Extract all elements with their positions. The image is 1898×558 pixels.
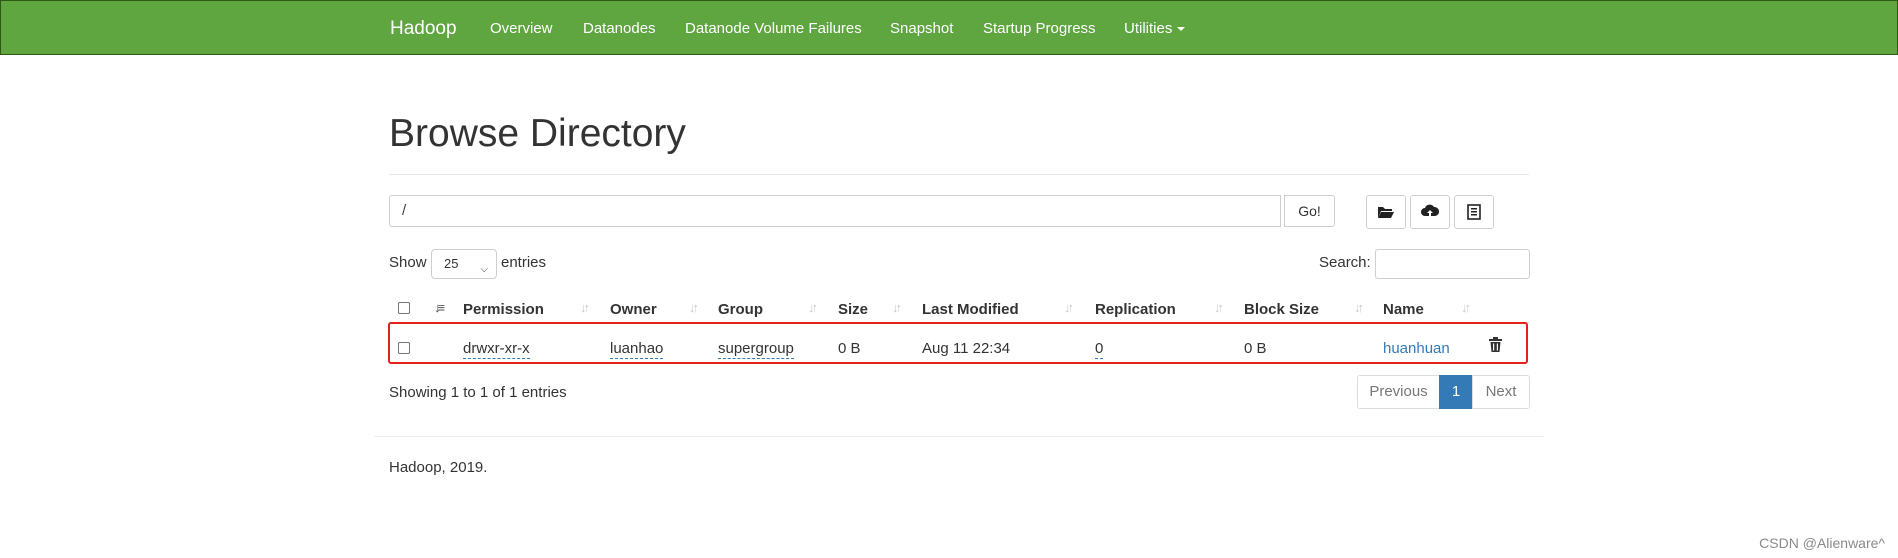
cut-paste-button[interactable] [1454,195,1494,229]
create-directory-button[interactable] [1366,195,1406,229]
sort-icon[interactable]: ↓↑ [1461,300,1471,315]
column-header-replication[interactable]: Replication [1095,301,1176,318]
column-header-owner[interactable]: Owner [610,301,657,318]
column-header-name[interactable]: Name [1383,301,1424,318]
nav-item-utilities[interactable]: Utilities [1124,20,1186,37]
search-input[interactable] [1375,249,1530,279]
navbar-brand[interactable]: Hadoop [390,18,457,40]
nav-item-overview[interactable]: Overview [490,20,553,37]
page-1-button[interactable]: 1 [1439,375,1473,409]
cell-block-size: 0 B [1244,340,1267,357]
cell-permission[interactable]: drwxr-xr-x [463,340,530,359]
divider [389,174,1529,175]
footer-divider [374,436,1544,437]
copyright: Hadoop, 2019. [389,459,488,476]
nav-item-snapshot[interactable]: Snapshot [890,20,953,37]
cell-permission-value[interactable]: drwxr-xr-x [463,340,530,359]
sort-icon[interactable]: ↓↑ [892,300,902,315]
column-header-group[interactable]: Group [718,301,763,318]
page-title: Browse Directory [389,112,686,155]
select-all-checkbox[interactable] [398,302,410,314]
cell-group-value[interactable]: supergroup [718,340,794,359]
page-size-value: 25 [444,256,459,271]
delete-button[interactable] [1489,337,1502,356]
trash-icon [1489,337,1502,352]
navbar: Hadoop Overview Datanodes Datanode Volum… [0,0,1898,55]
sort-icon[interactable]: ↓↑ [1354,300,1364,315]
page-size-select[interactable]: 25 ⌵ [431,249,497,279]
cell-size: 0 B [838,340,861,357]
sort-icon[interactable]: ↓↑ [808,300,818,315]
go-button[interactable]: Go! [1284,195,1335,227]
show-label: Show [389,254,427,271]
cell-last-modified: Aug 11 22:34 [922,340,1011,357]
nav-item-startup-progress[interactable]: Startup Progress [983,20,1096,37]
entries-label: entries [501,254,547,271]
sort-icon[interactable]: ↓↑ [1064,300,1074,315]
cell-name-link[interactable]: huanhuan [1383,340,1450,357]
previous-page-button[interactable]: Previous [1357,375,1440,409]
sort-icon[interactable]: ↓↑ [580,300,590,315]
upload-button[interactable] [1410,195,1450,229]
nav-item-utilities-label: Utilities [1124,20,1173,37]
watermark: CSDN @Alienware^ [1759,535,1885,551]
cut-paste-icon [1467,204,1481,220]
search-label: Search: [1319,254,1371,271]
chevron-down-icon: ⌵ [480,264,488,275]
column-header-block-size[interactable]: Block Size [1244,301,1319,318]
row-checkbox[interactable] [398,342,410,354]
nav-item-datanodes[interactable]: Datanodes [583,20,656,37]
cell-owner[interactable]: luanhao [610,340,664,359]
cell-replication-value[interactable]: 0 [1095,340,1104,359]
sort-desc-icon[interactable]: ↓≡ [434,300,445,315]
cell-owner-value[interactable]: luanhao [610,340,664,359]
upload-icon [1421,204,1439,218]
showing-entries-info: Showing 1 to 1 of 1 entries [389,384,567,401]
cell-group[interactable]: supergroup [718,340,794,359]
create-directory-icon [1378,207,1394,218]
column-header-size[interactable]: Size [838,301,868,318]
next-page-button[interactable]: Next [1472,375,1530,409]
nav-item-datanode-volume-failures[interactable]: Datanode Volume Failures [685,20,862,37]
caret-down-icon [1177,27,1186,32]
column-header-last-modified[interactable]: Last Modified [922,301,1019,318]
column-header-permission[interactable]: Permission [463,301,544,318]
sort-icon[interactable]: ↓↑ [1214,300,1224,315]
sort-icon[interactable]: ↓↑ [689,300,699,315]
cell-replication[interactable]: 0 [1095,340,1104,359]
path-input[interactable]: / [389,195,1281,227]
